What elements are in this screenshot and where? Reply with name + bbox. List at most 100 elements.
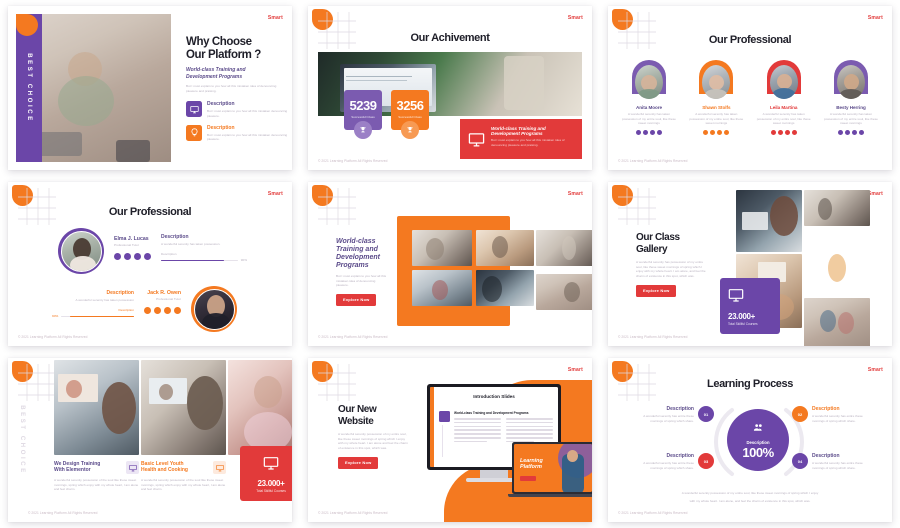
orange-circle-decoration bbox=[612, 185, 633, 206]
corner-decoration bbox=[608, 182, 660, 228]
corner-decoration bbox=[308, 358, 360, 404]
progress-value: 90% bbox=[240, 258, 247, 263]
gallery-photo-1 bbox=[412, 230, 472, 266]
description-title: Description bbox=[106, 290, 134, 296]
laptop-mockup: Learning Platform bbox=[512, 442, 592, 494]
brand-logo: Smart bbox=[567, 367, 583, 373]
step-text: A wonderful serenity has entire these mo… bbox=[643, 414, 694, 423]
team-member-3[interactable]: Leila Martina A wonderful serenity has t… bbox=[755, 60, 813, 135]
slide-why-choose-our-platform[interactable]: Smart BEST CHOICE Why Choose Our Platfor… bbox=[8, 6, 292, 170]
process-step-3[interactable]: Description A wonderful serenity has ent… bbox=[636, 453, 714, 470]
laptop-cta[interactable] bbox=[520, 476, 536, 481]
slide-our-class-gallery[interactable]: Smart Our Class Gallery A wonderful sere… bbox=[608, 182, 892, 346]
people-icon bbox=[753, 420, 764, 438]
corner-decoration bbox=[308, 6, 360, 52]
slide-world-class-programs[interactable]: Smart World-class Training and Developme… bbox=[308, 182, 592, 346]
footer-copyright: © 2021 Learning Platform All Rights Rese… bbox=[318, 511, 388, 515]
slide-cell-5[interactable]: Smart World-class Training and Developme… bbox=[300, 176, 600, 352]
avatar bbox=[766, 60, 801, 100]
title-line-2: Website bbox=[338, 415, 374, 427]
team-member-4[interactable]: Besty Herring A wonderful serenity has t… bbox=[822, 60, 880, 135]
slide-course-cards[interactable]: BEST CHOICE We Design Training With Elem… bbox=[8, 358, 292, 522]
slide-cell-2[interactable]: Smart Our Achivement 5239 Successfull Cl… bbox=[300, 0, 600, 176]
stat-value: 3256 bbox=[396, 98, 424, 113]
process-step-2[interactable]: 02 Description A wonderful serenity has … bbox=[792, 406, 870, 423]
trophy-icon bbox=[354, 120, 372, 139]
slide-cell-4[interactable]: Smart Our Professional Elma J. Lucas Pro… bbox=[0, 176, 300, 352]
slide-cell-8[interactable]: Smart Our New Website A wonderful sereni… bbox=[300, 352, 600, 528]
stat-badge[interactable]: 23.000+ Total Skillful Courses bbox=[720, 278, 780, 334]
member-text: A wonderful serenity has taken possessio… bbox=[622, 112, 676, 126]
person-role: Professional Tutor bbox=[156, 297, 181, 301]
badge-label: Total Skillful Courses bbox=[728, 322, 758, 326]
photo-grid-main bbox=[412, 230, 534, 306]
badge-value: 23.000+ bbox=[257, 479, 285, 488]
person-block-bottom[interactable]: Description A wonderful serenity has tak… bbox=[52, 286, 237, 332]
best-choice-label: BEST CHOICE bbox=[26, 53, 32, 123]
team-member-1[interactable]: Anita Moore A wonderful serenity has tak… bbox=[620, 60, 678, 135]
gallery-photo-2 bbox=[804, 190, 870, 226]
progress-bar bbox=[161, 259, 238, 262]
brand-logo: Smart bbox=[867, 191, 883, 197]
panel-text: But I must explain to you how all this m… bbox=[491, 138, 565, 147]
slide-cell-9[interactable]: Smart Learning Process Description 100% bbox=[600, 352, 900, 528]
title-line-1: Our Class bbox=[636, 232, 680, 243]
monitor-icon bbox=[186, 101, 202, 118]
title-line-2: Gallery bbox=[636, 243, 668, 255]
gallery-photo-1 bbox=[736, 190, 802, 252]
orange-circle-decoration bbox=[312, 185, 333, 206]
best-choice-ribbon: BEST CHOICE bbox=[16, 14, 42, 162]
process-center[interactable]: Description 100% bbox=[727, 409, 789, 471]
course-card-2[interactable]: Basic Level Youth Health and Cooking A w… bbox=[141, 461, 226, 492]
slide-cell-3[interactable]: Smart Our Professional Anita Moore A won… bbox=[600, 0, 900, 176]
slide-cell-1[interactable]: Smart BEST CHOICE Why Choose Our Platfor… bbox=[0, 0, 300, 176]
stat-badge[interactable]: 23.000+ Total Skillful Courses bbox=[240, 446, 292, 501]
gallery-photo-2 bbox=[476, 230, 534, 266]
title-line-3: Development bbox=[336, 254, 380, 261]
explore-now-button[interactable]: Explore Now bbox=[336, 293, 377, 306]
course-card-1[interactable]: We Design Training With Elementor A wond… bbox=[54, 461, 139, 492]
slide-our-new-website[interactable]: Smart Our New Website A wonderful sereni… bbox=[308, 358, 592, 522]
laptop-title-line-2: Platform bbox=[520, 464, 542, 470]
gallery-photo-4 bbox=[804, 228, 870, 296]
footer-copyright: © 2021 Learning Platform All Rights Rese… bbox=[318, 159, 388, 163]
badge-value: 23.000+ bbox=[728, 312, 756, 321]
feature-item-2[interactable]: Description But I must explain to you ho… bbox=[186, 124, 287, 142]
screen-title: Introduction Slides bbox=[473, 394, 515, 399]
rating-dots bbox=[822, 129, 880, 135]
person-description-bottom: Description A wonderful serenity has tak… bbox=[52, 286, 134, 319]
slide-6-content: Our Class Gallery A wonderful serenity h… bbox=[636, 232, 706, 297]
slide-cell-7[interactable]: BEST CHOICE We Design Training With Elem… bbox=[0, 352, 300, 528]
brand-logo: Smart bbox=[267, 15, 283, 21]
slide-our-professional-detail[interactable]: Smart Our Professional Elma J. Lucas Pro… bbox=[8, 182, 292, 346]
progress-label: 90% bbox=[52, 314, 59, 319]
corner-decoration bbox=[8, 358, 60, 404]
slide-learning-process[interactable]: Smart Learning Process Description 100% bbox=[608, 358, 892, 522]
title-line-4: Programs bbox=[336, 262, 369, 269]
member-name: Anita Moore bbox=[636, 105, 662, 110]
avatar bbox=[699, 60, 734, 100]
feature-text: But I must explain to you how all this m… bbox=[207, 109, 288, 118]
member-name: Shawn Stolfs bbox=[702, 105, 731, 110]
slide-our-achievement[interactable]: Smart Our Achivement 5239 Successfull Cl… bbox=[308, 6, 592, 170]
info-panel[interactable]: World-class Training and Development Pro… bbox=[460, 119, 582, 159]
rating-dots bbox=[144, 306, 181, 314]
member-text: A wonderful serenity has taken possessio… bbox=[756, 112, 811, 126]
photo-column-right bbox=[536, 230, 592, 310]
body-text: A wonderful serenity possession of my en… bbox=[338, 432, 408, 450]
step-number: 02 bbox=[792, 406, 808, 422]
feature-item-1[interactable]: Description But I must explain to you ho… bbox=[186, 101, 287, 118]
brand-logo: Smart bbox=[867, 367, 883, 373]
slide-cell-6[interactable]: Smart Our Class Gallery A wonderful sere… bbox=[600, 176, 900, 352]
explore-now-button[interactable]: Explore Now bbox=[636, 284, 677, 297]
stat-card-2[interactable]: 3256 Successfull Class bbox=[391, 90, 429, 139]
stat-card-1[interactable]: 5239 Successfull Class bbox=[344, 90, 382, 139]
slide-our-professional-team[interactable]: Smart Our Professional Anita Moore A won… bbox=[608, 6, 892, 170]
team-member-2[interactable]: Shawn Stolfs A wonderful serenity has ta… bbox=[687, 60, 745, 135]
explore-now-button[interactable]: Explore Now bbox=[338, 456, 379, 469]
process-step-1[interactable]: Description A wonderful serenity has ent… bbox=[636, 406, 714, 423]
process-step-4[interactable]: 04 Description A wonderful serenity has … bbox=[792, 453, 870, 470]
person-block-top[interactable]: Elma J. Lucas Professional Tutor Descrip… bbox=[58, 228, 247, 274]
footer-copyright: © 2021 Learning Platform All Rights Rese… bbox=[618, 511, 688, 515]
slide-8-content: Our New Website A wonderful serenity pos… bbox=[338, 404, 408, 469]
